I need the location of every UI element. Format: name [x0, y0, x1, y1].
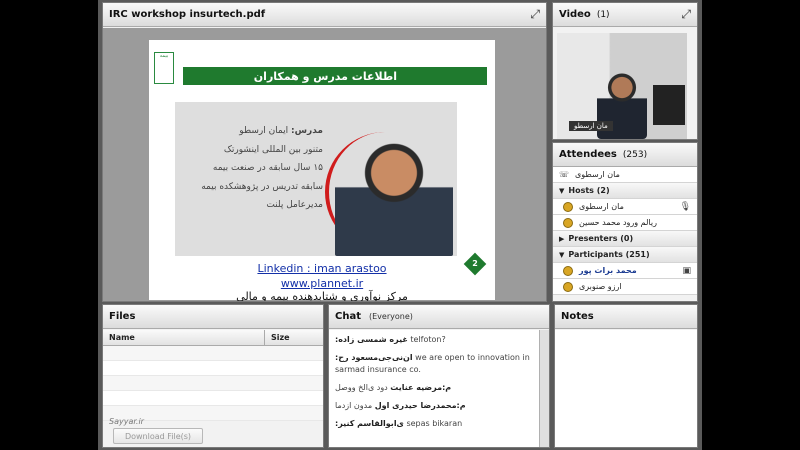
chevron-down-icon: ▼	[559, 186, 565, 195]
table-row	[103, 391, 323, 406]
chat-text: telfoton?	[410, 335, 446, 344]
attendees-count: (253)	[622, 149, 648, 160]
attendee-row[interactable]: ریالم ورود محمد حسین	[553, 215, 697, 231]
files-pod: Files Name Size Sayyar.ir Download File(…	[102, 304, 324, 448]
files-table: Name Size	[103, 330, 323, 421]
participants-section-header[interactable]: ▼ Participants (251)	[553, 247, 697, 263]
slide-banner-title: اطلاعات مدرس و همکاران	[183, 67, 487, 85]
site-watermark: Sayyar.ir	[109, 417, 144, 426]
files-table-header: Name Size	[103, 330, 323, 346]
attendees-pod: Attendees (253) ☏ مان ارسطوی ▼ Hosts (2)…	[552, 142, 698, 302]
bio-name: ایمان ارسطو	[239, 126, 289, 136]
attendees-pod-title: Attendees	[559, 149, 617, 160]
my-name: مان ارسطوی	[575, 170, 620, 179]
notes-pod-title: Notes	[561, 311, 594, 322]
attendee-row[interactable]: ارزو صنوبری	[553, 279, 697, 295]
bio-line: متنور بین المللی اینشورتک	[223, 144, 323, 155]
participants-label: Participants (251)	[568, 250, 650, 259]
notes-area[interactable]	[555, 330, 697, 447]
chat-messages: غیره شمسی زاده: telfoton? ان‌نی‌جی‌مسعود…	[329, 330, 539, 447]
chat-sender: م:محمدرضا حیدری اول	[374, 401, 466, 410]
presentation-slide: بیمه اطلاعات مدرس و همکاران مدرس: ایمان …	[149, 40, 495, 302]
attendee-name: ارزو صنوبری	[579, 282, 622, 291]
chat-message: ان‌نی‌جی‌مسعود رح: we are open to innova…	[335, 352, 533, 376]
video-count: (1)	[596, 9, 610, 20]
hosts-label: Hosts (2)	[568, 186, 610, 195]
instructor-photo	[335, 130, 453, 256]
bio-line: مدیرعامل پلنت	[266, 200, 323, 211]
chat-text: دود ی‌الخ ووصل	[335, 383, 388, 392]
chat-sender: ی‌ابوالقاسم کنیر:	[335, 419, 404, 428]
download-files-button[interactable]: Download File(s)	[113, 428, 203, 444]
files-pod-title: Files	[109, 311, 136, 322]
attendees-pod-header: Attendees (253)	[553, 143, 697, 167]
chat-text: sepas bikaran	[406, 419, 463, 428]
fullscreen-icon[interactable]: ⤢	[530, 7, 540, 22]
linkedin-link[interactable]: Linkedin : iman arastoo	[149, 262, 495, 275]
connect-meeting-room: IRC workshop insurtech.pdf ⤢ بیمه اطلاعا…	[98, 0, 702, 450]
my-status-row[interactable]: ☏ مان ارسطوی	[553, 167, 697, 183]
video-pod-header: Video (1) ⤢	[553, 3, 697, 27]
video-feed[interactable]: مان ارسطو	[557, 33, 687, 139]
chevron-right-icon: ▶	[559, 234, 565, 243]
attendee-name: مان ارسطوی	[579, 202, 624, 211]
video-name-tag: مان ارسطو	[569, 121, 613, 131]
chat-text: مدون ازدما	[335, 401, 373, 410]
video-pod: Video (1) ⤢ مان ارسطو	[552, 2, 698, 140]
table-row	[103, 361, 323, 376]
chat-scope: (Everyone)	[369, 312, 413, 321]
bio-line: ۱۵ سال سابقه در صنعت بیمه	[212, 163, 323, 174]
bio-name-line: مدرس: ایمان ارسطو	[183, 122, 323, 141]
share-pod-title: IRC workshop insurtech.pdf	[109, 9, 266, 20]
chevron-down-icon: ▼	[559, 250, 565, 259]
phone-icon: ☏	[559, 170, 570, 179]
chat-scrollbar[interactable]	[539, 330, 549, 447]
chat-message: م:مرضیه عنایت دود ی‌الخ ووصل	[335, 382, 533, 394]
chat-sender: م:مرضیه عنایت	[390, 383, 452, 392]
attendee-row[interactable]: مان ارسطوی 🎙	[553, 199, 697, 215]
column-name[interactable]: Name	[103, 330, 265, 345]
instructor-card: مدرس: ایمان ارسطو متنور بین المللی اینشو…	[175, 102, 457, 256]
share-pod: IRC workshop insurtech.pdf ⤢ بیمه اطلاعا…	[102, 2, 547, 302]
column-size[interactable]: Size	[265, 333, 290, 342]
microphone-icon: 🎙	[679, 201, 691, 212]
chat-pod-title: Chat	[335, 311, 361, 322]
webcam-icon: ▣	[682, 265, 691, 276]
hosts-section-header[interactable]: ▼ Hosts (2)	[553, 183, 697, 199]
fullscreen-icon[interactable]: ⤢	[681, 7, 691, 22]
files-pod-header: Files	[103, 305, 323, 329]
attendee-row[interactable]: محمد برات پور ▣	[553, 263, 697, 279]
chat-pod: Chat (Everyone) غیره شمسی زاده: telfoton…	[328, 304, 550, 448]
bio-label: مدرس:	[291, 126, 323, 136]
presenters-label: Presenters (0)	[568, 234, 634, 243]
notes-pod: Notes	[554, 304, 698, 448]
table-row	[103, 346, 323, 361]
user-icon	[563, 281, 573, 292]
attendee-name: ریالم ورود محمد حسین	[579, 218, 657, 227]
notes-pod-header: Notes	[555, 305, 697, 329]
chat-pod-header: Chat (Everyone)	[329, 305, 549, 329]
attendee-name: محمد برات پور	[579, 266, 637, 275]
slide-footer-text: مرکز نوآوری و شتابدهنده بیمه و مالی	[236, 290, 408, 302]
chat-sender: غیره شمسی زاده:	[335, 335, 408, 344]
website-link[interactable]: www.plannet.ir	[149, 277, 495, 290]
chat-message: غیره شمسی زاده: telfoton?	[335, 334, 533, 346]
instructor-bio: مدرس: ایمان ارسطو متنور بین المللی اینشو…	[183, 122, 323, 215]
share-pod-header: IRC workshop insurtech.pdf ⤢	[103, 3, 546, 27]
chat-message: ی‌ابوالقاسم کنیر: sepas bikaran	[335, 418, 533, 430]
user-icon	[563, 201, 573, 212]
user-icon	[563, 217, 573, 228]
video-pod-title: Video	[559, 9, 591, 20]
insurance-logo: بیمه	[154, 52, 174, 84]
bio-line: سابقه تدریس در پژوهشکده بیمه	[201, 181, 323, 192]
user-icon	[563, 265, 573, 276]
share-content-area: بیمه اطلاعات مدرس و همکاران مدرس: ایمان …	[103, 28, 546, 301]
presenters-section-header[interactable]: ▶ Presenters (0)	[553, 231, 697, 247]
chat-message: م:محمدرضا حیدری اول مدون ازدما	[335, 400, 533, 412]
monitor-in-video	[653, 85, 685, 125]
chat-sender: ان‌نی‌جی‌مسعود رح:	[335, 353, 413, 362]
table-row	[103, 376, 323, 391]
